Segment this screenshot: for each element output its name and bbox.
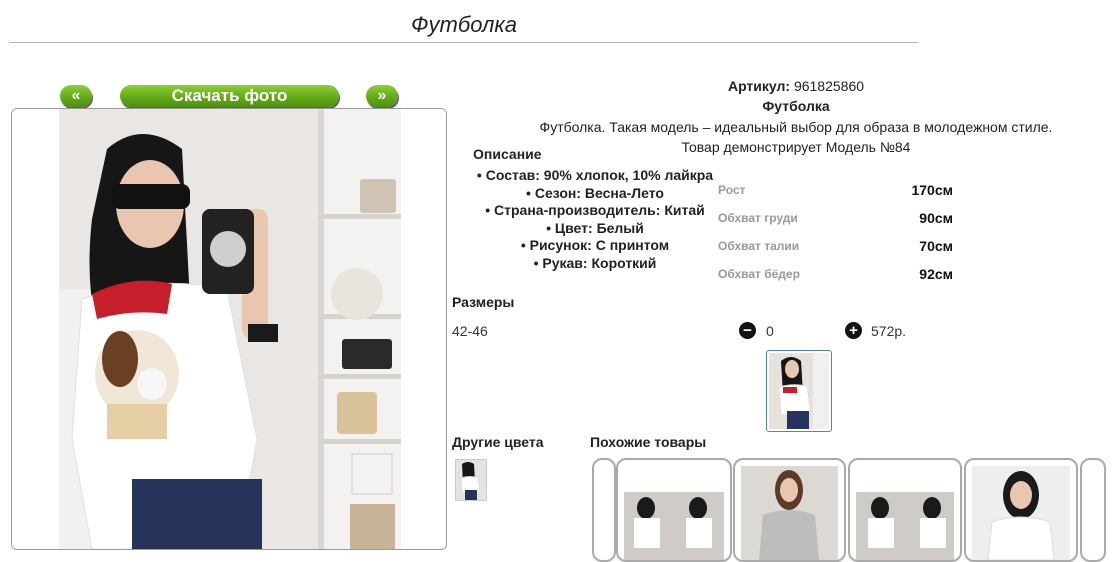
sizes-heading: Размеры bbox=[452, 294, 515, 310]
color-variant-thumbnail[interactable] bbox=[455, 459, 487, 501]
similar-product-card[interactable] bbox=[964, 458, 1078, 562]
minus-icon[interactable]: − bbox=[739, 322, 756, 339]
next-photo-button[interactable]: » bbox=[366, 85, 398, 107]
description-item: Цвет: Белый bbox=[470, 220, 720, 238]
measure-value-height: 170см bbox=[911, 182, 953, 198]
selected-photo-thumbnail[interactable] bbox=[766, 350, 832, 432]
measure-value-hips: 92см bbox=[919, 266, 953, 282]
article-value: 961825860 bbox=[793, 78, 865, 94]
quantity-value: 0 bbox=[766, 323, 774, 339]
similar-product-card[interactable] bbox=[733, 458, 846, 562]
description-item: Рукав: Короткий bbox=[470, 255, 720, 273]
similar-products-heading: Похожие товары bbox=[590, 434, 707, 450]
plus-icon[interactable]: + bbox=[845, 322, 862, 339]
description-item: Рисунок: С принтом bbox=[470, 237, 720, 255]
measure-value-waist: 70см bbox=[919, 238, 953, 254]
measure-label-waist: Обхват талии bbox=[718, 239, 800, 253]
description-item: Состав: 90% хлопок, 10% лайкра bbox=[470, 167, 720, 185]
description-heading: Описание bbox=[473, 146, 542, 162]
measure-value-chest: 90см bbox=[919, 210, 953, 226]
measure-label-height: Рост bbox=[718, 183, 746, 197]
size-range: 42-46 bbox=[452, 323, 488, 339]
download-photo-button[interactable]: Скачать фото bbox=[120, 85, 339, 107]
similar-product-card[interactable] bbox=[616, 458, 732, 562]
page-title: Футболка bbox=[411, 12, 517, 37]
measure-label-hips: Обхват бёдер bbox=[718, 267, 800, 281]
title-divider bbox=[9, 42, 918, 43]
prev-photo-button[interactable]: « bbox=[60, 85, 92, 107]
price: 572р. bbox=[871, 323, 907, 339]
description-list: Состав: 90% хлопок, 10% лайкра Сезон: Ве… bbox=[470, 167, 720, 272]
description-item: Сезон: Весна-Лето bbox=[470, 185, 720, 203]
product-name: Футболка bbox=[762, 98, 830, 114]
similar-product-card[interactable] bbox=[848, 458, 962, 562]
description-item: Страна-производитель: Китай bbox=[470, 202, 720, 220]
article-line: Артикул: 961825860 bbox=[620, 78, 972, 94]
product-description: Футболка. Такая модель – идеальный выбор… bbox=[539, 119, 1053, 135]
article-label: Артикул: bbox=[727, 78, 791, 94]
measure-label-chest: Обхват груди bbox=[718, 211, 798, 225]
similar-product-card[interactable] bbox=[592, 458, 616, 562]
model-note: Товар демонстрирует Модель №84 bbox=[681, 139, 911, 155]
other-colors-heading: Другие цвета bbox=[452, 434, 544, 450]
similar-product-card[interactable] bbox=[1080, 458, 1106, 562]
main-product-photo[interactable] bbox=[11, 108, 447, 550]
